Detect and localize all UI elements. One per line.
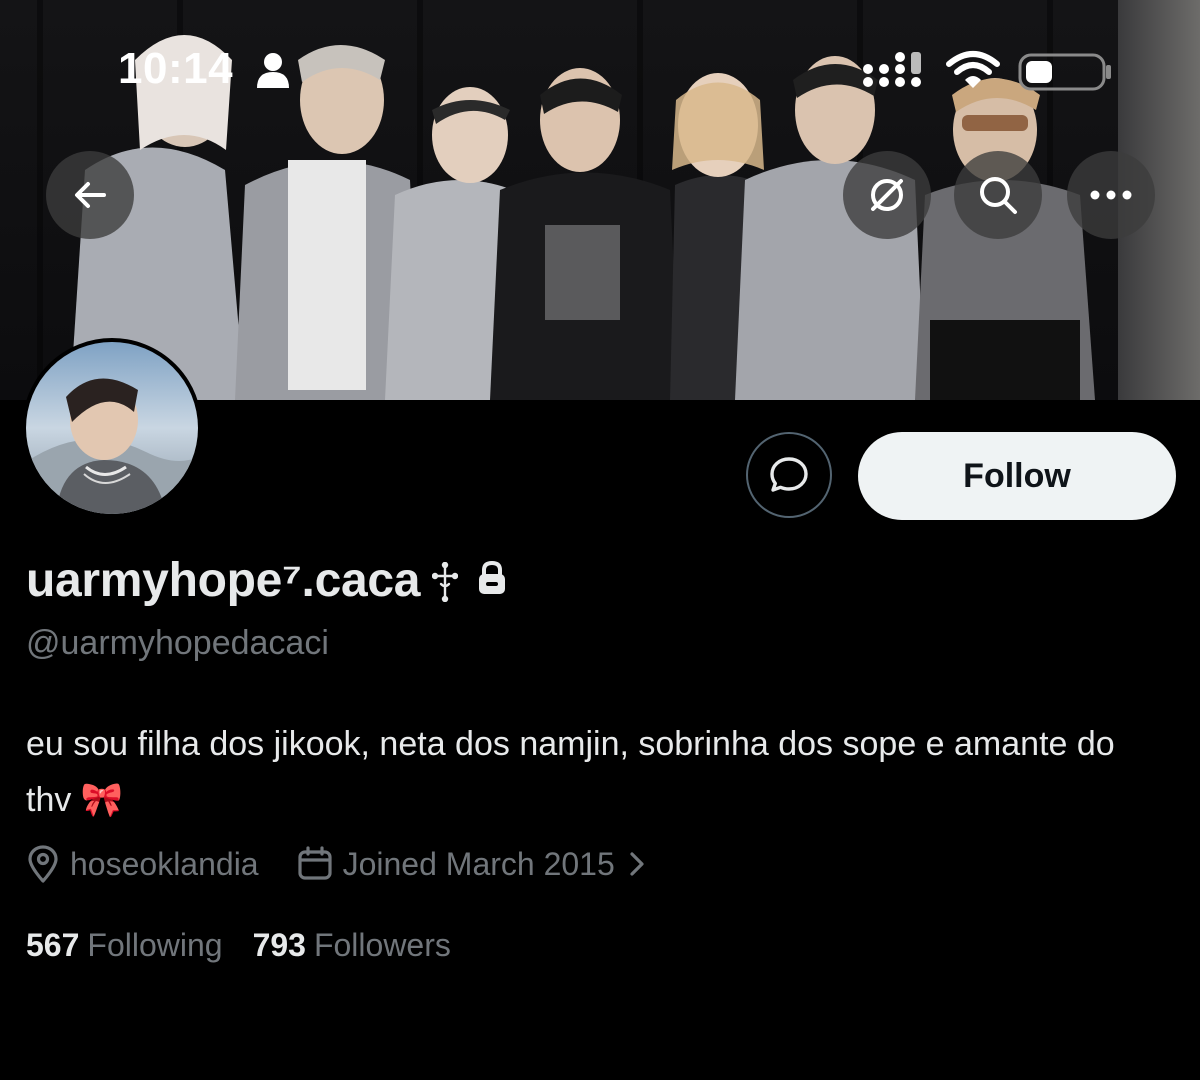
follow-stats: 567 Following 793 Followers: [26, 922, 451, 968]
display-name: uarmyhope⁷.caca: [26, 553, 421, 607]
more-button[interactable]: [1067, 151, 1155, 239]
avatar[interactable]: [22, 338, 202, 518]
followers-stat[interactable]: 793 Followers: [253, 927, 451, 964]
search-button[interactable]: [954, 151, 1042, 239]
lock-icon: [479, 560, 506, 594]
back-button[interactable]: [46, 151, 134, 239]
chevron-right-icon: [630, 852, 644, 876]
location-text: hoseoklandia: [70, 845, 259, 882]
person-icon: [257, 53, 289, 88]
joined-date-item[interactable]: Joined March 2015: [297, 846, 655, 883]
location-pin-icon: [28, 845, 58, 883]
avatar-photo: [26, 342, 198, 514]
grok-button[interactable]: [843, 151, 931, 239]
cellular-signal-icon: [863, 52, 921, 87]
profile-meta: hoseoklandia Joined March 2015: [26, 838, 655, 890]
status-bar: 10:14: [0, 0, 1200, 130]
display-name-row: uarmyhope⁷.caca: [26, 548, 508, 612]
followers-label: Followers: [313, 926, 451, 963]
more-icon: [1090, 190, 1132, 200]
profile-banner[interactable]: 10:14: [0, 0, 1200, 400]
ribbon-emoji: 🎀: [80, 780, 124, 820]
back-arrow-icon: [75, 182, 106, 208]
bio-text: eu sou filha dos jikook, neta dos namjin…: [26, 725, 1115, 819]
user-handle: @uarmyhopedacaci: [26, 624, 329, 662]
following-count: 567: [26, 926, 80, 963]
wifi-icon: [946, 51, 1000, 88]
grok-icon: [871, 179, 903, 211]
battery-icon: [1018, 53, 1111, 91]
following-label: Following: [87, 926, 223, 963]
search-icon: [980, 177, 1017, 214]
followers-count: 793: [252, 926, 306, 963]
joined-text: Joined March 2015: [342, 845, 615, 882]
bio: eu sou filha dos jikook, neta dos namjin…: [26, 716, 1166, 828]
cross-icon: [432, 562, 459, 602]
calendar-icon: [297, 846, 332, 880]
status-time: 10:14: [118, 44, 234, 93]
message-button[interactable]: [746, 432, 832, 518]
location-item: hoseoklandia: [26, 845, 259, 883]
message-bubble-icon: [770, 457, 808, 492]
follow-button[interactable]: Follow: [858, 432, 1176, 520]
following-stat[interactable]: 567 Following: [26, 927, 223, 964]
